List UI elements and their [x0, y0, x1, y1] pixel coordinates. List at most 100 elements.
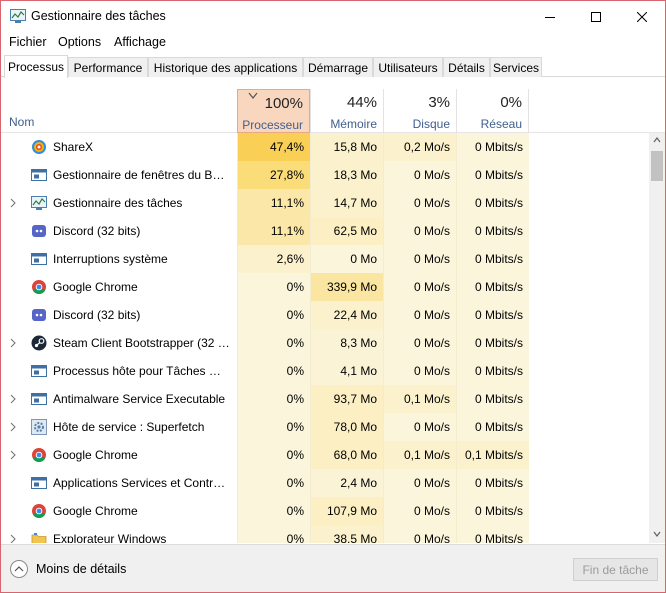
process-name: Google Chrome: [53, 504, 138, 518]
tab-details[interactable]: Détails: [443, 57, 490, 77]
column-disk-header[interactable]: 3% Disque: [383, 89, 456, 133]
chevron-right-icon[interactable]: [10, 422, 16, 432]
steam-icon: [31, 335, 47, 351]
process-memory: 62,5 Mo: [310, 217, 383, 245]
process-disk: 0,1 Mo/s: [383, 385, 456, 413]
window-app-icon: [31, 167, 47, 183]
task-manager-window: Gestionnaire des tâches Fichier Options …: [0, 0, 666, 593]
column-name-header[interactable]: Nom: [9, 115, 34, 129]
chevron-right-icon[interactable]: [10, 338, 16, 348]
tab-demarrage[interactable]: Démarrage: [303, 57, 373, 77]
process-network: 0 Mbits/s: [456, 497, 529, 525]
process-cpu: 0%: [237, 469, 310, 497]
process-row[interactable]: Google Chrome 0% 68,0 Mo 0,1 Mo/s 0,1 Mb…: [1, 441, 649, 469]
chevron-right-icon[interactable]: [10, 534, 16, 543]
column-cpu-header[interactable]: 100% Processeur: [237, 89, 310, 133]
vertical-scrollbar[interactable]: [649, 133, 665, 543]
chevron-up-circle-icon[interactable]: [10, 560, 28, 578]
process-cpu: 0%: [237, 441, 310, 469]
process-cpu: 0%: [237, 273, 310, 301]
process-cpu: 0%: [237, 357, 310, 385]
process-network: 0 Mbits/s: [456, 357, 529, 385]
title-bar[interactable]: Gestionnaire des tâches: [1, 1, 665, 32]
close-button[interactable]: [619, 1, 665, 32]
column-network-header[interactable]: 0% Réseau: [456, 89, 529, 133]
process-name: Explorateur Windows: [53, 532, 167, 543]
process-disk: 0 Mo/s: [383, 189, 456, 217]
tab-processus[interactable]: Processus: [4, 55, 68, 78]
process-disk: 0 Mo/s: [383, 497, 456, 525]
process-row[interactable]: Google Chrome 0% 339,9 Mo 0 Mo/s 0 Mbits…: [1, 273, 649, 301]
process-row[interactable]: Hôte de service : Superfetch 0% 78,0 Mo …: [1, 413, 649, 441]
window-app-icon: [31, 391, 47, 407]
tab-utilisateurs[interactable]: Utilisateurs: [373, 57, 443, 77]
tab-services[interactable]: Services: [490, 57, 542, 77]
process-name: Antimalware Service Executable: [53, 392, 226, 406]
process-network: 0 Mbits/s: [456, 189, 529, 217]
process-row[interactable]: ShareX 47,4% 15,8 Mo 0,2 Mo/s 0 Mbits/s: [1, 133, 649, 161]
cpu-label: Processeur: [242, 118, 303, 132]
chevron-right-icon[interactable]: [10, 198, 16, 208]
process-network: 0 Mbits/s: [456, 413, 529, 441]
process-disk: 0 Mo/s: [383, 217, 456, 245]
process-row[interactable]: Steam Client Bootstrapper (32 b... 0% 8,…: [1, 329, 649, 357]
process-network: 0 Mbits/s: [456, 525, 529, 543]
tab-performance[interactable]: Performance: [68, 57, 148, 77]
process-row[interactable]: Explorateur Windows 0% 38,5 Mo 0 Mo/s 0 …: [1, 525, 649, 543]
process-memory: 68,0 Mo: [310, 441, 383, 469]
process-disk: 0 Mo/s: [383, 413, 456, 441]
process-network: 0,1 Mbits/s: [456, 441, 529, 469]
process-memory: 78,0 Mo: [310, 413, 383, 441]
chevron-right-icon[interactable]: [10, 394, 16, 404]
discord-icon: [31, 307, 47, 323]
process-memory: 0 Mo: [310, 245, 383, 273]
process-row[interactable]: Discord (32 bits) 0% 22,4 Mo 0 Mo/s 0 Mb…: [1, 301, 649, 329]
menu-affichage[interactable]: Affichage: [114, 35, 166, 49]
process-row[interactable]: Antimalware Service Executable 0% 93,7 M…: [1, 385, 649, 413]
discord-icon: [31, 223, 47, 239]
process-disk: 0,2 Mo/s: [383, 133, 456, 161]
tab-historique-applications[interactable]: Historique des applications: [148, 57, 303, 77]
maximize-button[interactable]: [573, 1, 619, 32]
less-details-link[interactable]: Moins de détails: [36, 562, 126, 576]
process-list: ShareX 47,4% 15,8 Mo 0,2 Mo/s 0 Mbits/s …: [1, 133, 649, 543]
sharex-icon: [31, 139, 47, 155]
process-cpu: 0%: [237, 497, 310, 525]
process-row[interactable]: Processus hôte pour Tâches Wi... 0% 4,1 …: [1, 357, 649, 385]
process-name: Discord (32 bits): [53, 308, 141, 322]
process-network: 0 Mbits/s: [456, 385, 529, 413]
process-cpu: 11,1%: [237, 189, 310, 217]
column-memory-header[interactable]: 44% Mémoire: [310, 89, 383, 133]
maximize-icon: [591, 11, 601, 22]
process-disk: 0,1 Mo/s: [383, 441, 456, 469]
chevron-right-icon[interactable]: [10, 450, 16, 460]
process-row[interactable]: Discord (32 bits) 11,1% 62,5 Mo 0 Mo/s 0…: [1, 217, 649, 245]
process-memory: 15,8 Mo: [310, 133, 383, 161]
process-cpu: 11,1%: [237, 217, 310, 245]
network-label: Réseau: [480, 117, 522, 131]
menu-options[interactable]: Options: [58, 35, 101, 49]
folder-icon: [31, 531, 47, 543]
minimize-button[interactable]: [527, 1, 573, 32]
process-disk: 0 Mo/s: [383, 301, 456, 329]
process-row[interactable]: Gestionnaire de fenêtres du Bur... 27,8%…: [1, 161, 649, 189]
menu-fichier[interactable]: Fichier: [9, 35, 47, 49]
process-memory: 4,1 Mo: [310, 357, 383, 385]
process-memory: 2,4 Mo: [310, 469, 383, 497]
process-cpu: 27,8%: [237, 161, 310, 189]
process-network: 0 Mbits/s: [456, 133, 529, 161]
scroll-down-icon[interactable]: [653, 531, 661, 537]
scroll-thumb[interactable]: [651, 151, 663, 181]
process-row[interactable]: Gestionnaire des tâches 11,1% 14,7 Mo 0 …: [1, 189, 649, 217]
process-name: Discord (32 bits): [53, 224, 141, 238]
process-row[interactable]: Applications Services et Contrôl... 0% 2…: [1, 469, 649, 497]
sort-chevron-down-icon: [248, 92, 258, 99]
process-row[interactable]: Google Chrome 0% 107,9 Mo 0 Mo/s 0 Mbits…: [1, 497, 649, 525]
end-task-button[interactable]: Fin de tâche: [573, 558, 658, 581]
chrome-icon: [31, 503, 47, 519]
process-cpu: 0%: [237, 413, 310, 441]
scroll-up-icon[interactable]: [653, 137, 661, 143]
process-row[interactable]: Interruptions système 2,6% 0 Mo 0 Mo/s 0…: [1, 245, 649, 273]
process-memory: 14,7 Mo: [310, 189, 383, 217]
process-name: Interruptions système: [53, 252, 168, 266]
